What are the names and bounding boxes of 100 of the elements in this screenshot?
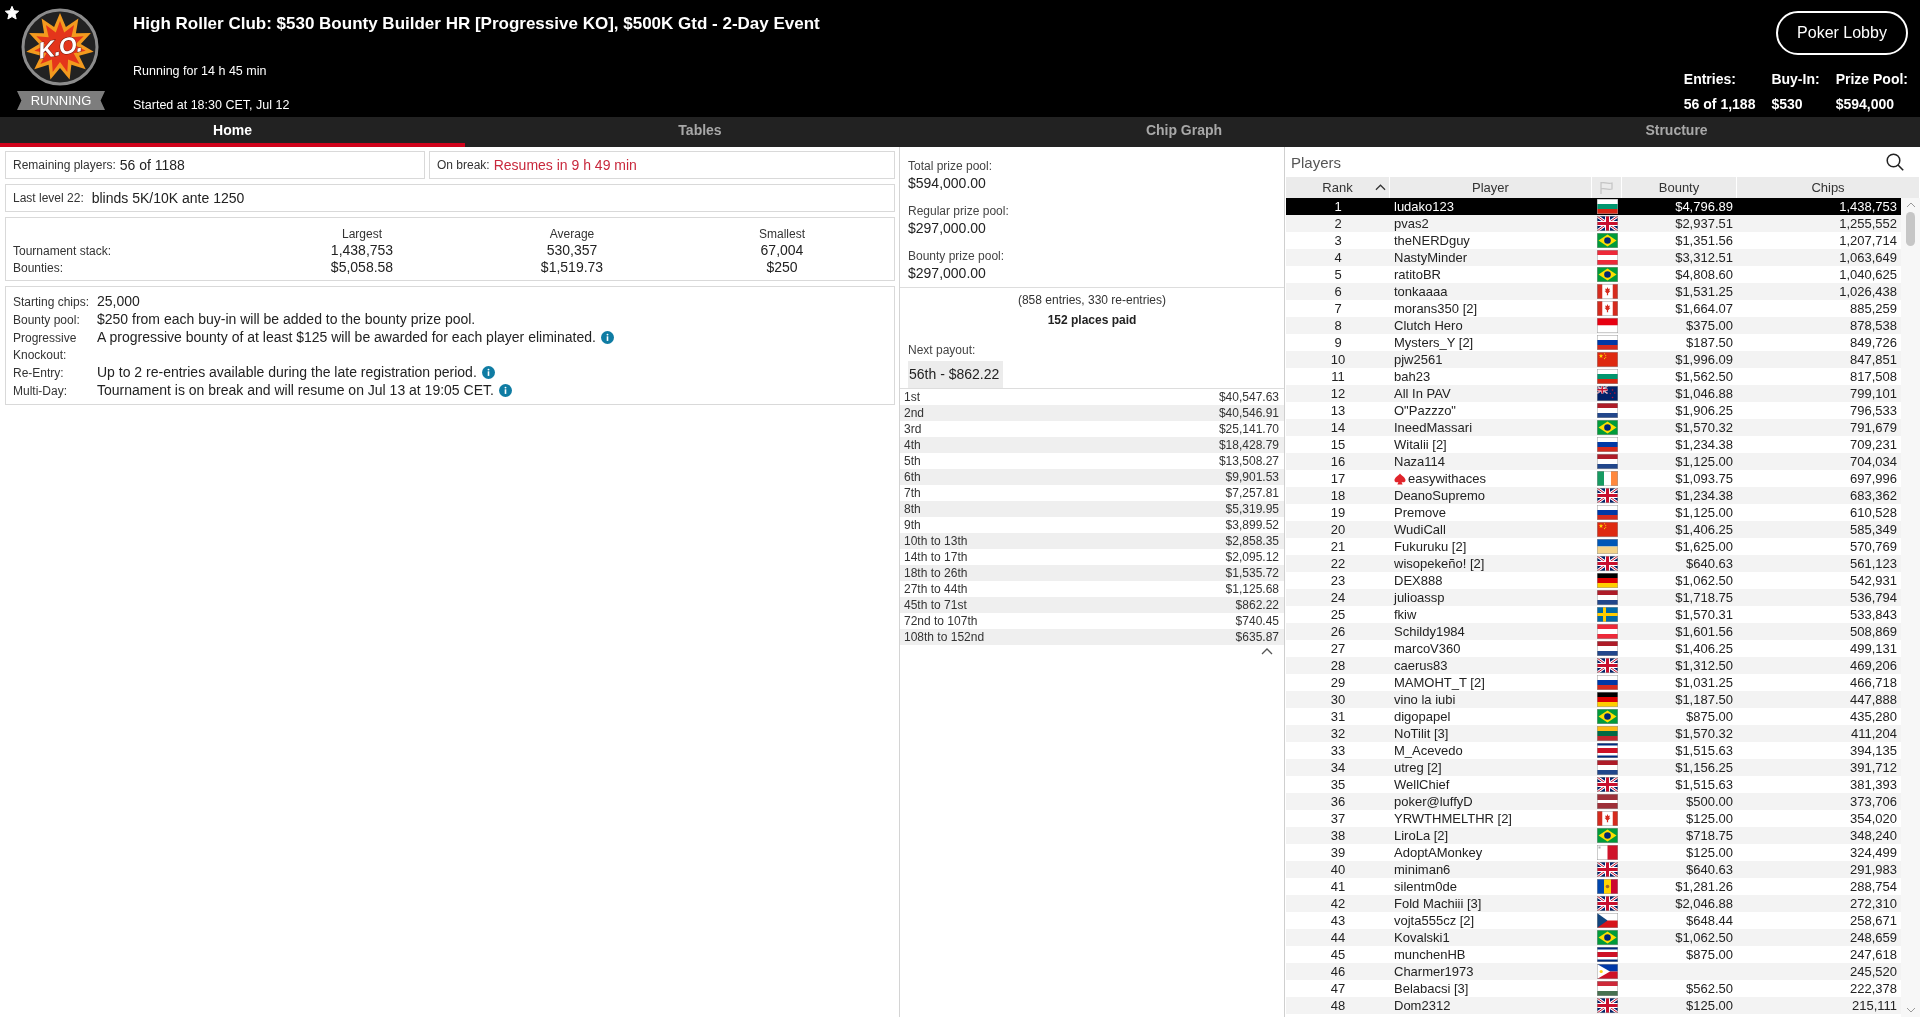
player-row[interactable]: 32 NoTilit [3] $1,570.32 411,204	[1286, 725, 1901, 742]
stat-label: Buy-In:	[1771, 71, 1820, 87]
poker-lobby-button[interactable]: Poker Lobby	[1776, 11, 1908, 55]
flag-icon	[1596, 437, 1618, 452]
flag-icon	[1596, 862, 1618, 877]
player-row[interactable]: 34 utreg [2] $1,156.25 391,712	[1286, 759, 1901, 776]
player-row[interactable]: 20 WudiCall $1,406.25 585,349	[1286, 521, 1901, 538]
rank-number: 29	[1330, 675, 1346, 690]
bounty-amount: $1,125.00	[1675, 505, 1733, 520]
scroll-down-icon[interactable]	[1905, 1007, 1916, 1013]
pool-amount: $297,000.00	[908, 264, 986, 282]
rank-number: 42	[1330, 896, 1346, 911]
player-row[interactable]: 44 Kovalski1 $1,062.50 248,659	[1286, 929, 1901, 946]
chip-count: 291,983	[1850, 862, 1897, 877]
detail-value: $250 from each buy-in will be added to the bounty prize pool.	[97, 310, 476, 328]
bounty-amount: $1,996.09	[1675, 352, 1733, 367]
chip-count: 796,533	[1850, 403, 1897, 418]
chip-count: 288,754	[1850, 879, 1897, 894]
player-row[interactable]: 12 All In PAV $1,046.88 799,101	[1286, 385, 1901, 402]
stats-value: 1,438,753	[330, 241, 394, 258]
chip-count: 258,671	[1850, 913, 1897, 928]
player-row[interactable]: 36 poker@luffyD $500.00 373,706	[1286, 793, 1901, 810]
rank-number: 13	[1330, 403, 1346, 418]
scrollbar-thumb[interactable]	[1906, 212, 1915, 246]
flag-icon	[1596, 811, 1618, 826]
player-row[interactable]: 46 Charmer1973 245,520	[1286, 963, 1901, 980]
player-name: Witalii [2]	[1394, 437, 1447, 452]
bounty-amount: $1,531.25	[1675, 284, 1733, 299]
flag-icon	[1596, 930, 1618, 945]
player-name: easywithaces	[1408, 471, 1487, 486]
player-row[interactable]: 2 pvas2 $2,937.51 1,255,552	[1286, 215, 1901, 232]
player-row[interactable]: 4 NastyMinder $3,312.51 1,063,649	[1286, 249, 1901, 266]
tournament-title: High Roller Club: $530 Bounty Builder HR [Progressive KO], $500K Gtd - 2-Day Event	[133, 13, 820, 35]
player-name: digopapel	[1394, 709, 1451, 724]
chip-count: 324,499	[1850, 845, 1897, 860]
flag-icon	[1596, 828, 1618, 843]
player-row[interactable]: 22 wisopekeño! [2] $640.63 561,123	[1286, 555, 1901, 572]
flag-icon	[1596, 743, 1618, 758]
bounty-amount: $187.50	[1686, 335, 1733, 350]
chip-count: 683,362	[1850, 488, 1897, 503]
rank-number: 6	[1334, 284, 1342, 299]
player-name: DEX888	[1394, 573, 1443, 588]
info-icon[interactable]	[600, 330, 614, 344]
player-name: DeanoSupremo	[1394, 488, 1486, 503]
rank-number: 25	[1330, 607, 1346, 622]
place-label: 3rd	[904, 422, 922, 436]
pool-label: Regular prize pool:	[908, 203, 1009, 219]
player-row[interactable]: 30 vino la iubi $1,187.50 447,888	[1286, 691, 1901, 708]
bounty-amount: $2,046.88	[1675, 896, 1733, 911]
player-name: vino la iubi	[1394, 692, 1456, 707]
payout-amount: $18,428.79	[1218, 438, 1279, 452]
player-name: vojta555cz [2]	[1394, 913, 1475, 928]
caret-up-icon[interactable]	[1375, 184, 1386, 191]
search-icon[interactable]	[1886, 153, 1904, 171]
scrollbar[interactable]	[1901, 198, 1920, 1017]
player-row[interactable]: 42 Fold Machiii [3] $2,046.88 272,310	[1286, 895, 1901, 912]
rank-number: 23	[1330, 573, 1346, 588]
flag-icon	[1596, 471, 1618, 486]
player-row[interactable]: 18 DeanoSupremo $1,234.38 683,362	[1286, 487, 1901, 504]
player-row[interactable]: 28 caerus83 $1,312.50 469,206	[1286, 657, 1901, 674]
next-payout-value: 56th - $862.22	[908, 361, 1004, 388]
rank-number: 32	[1330, 726, 1346, 741]
player-row[interactable]: 16 Naza114 $1,125.00 704,034	[1286, 453, 1901, 470]
info-icon[interactable]	[481, 365, 495, 379]
player-name: YRWTHMELTHR [2]	[1394, 811, 1512, 826]
caret-up-icon[interactable]	[1261, 648, 1273, 655]
player-row[interactable]: 14 IneedMassari $1,570.32 791,679	[1286, 419, 1901, 436]
bounty-amount: $1,156.25	[1675, 760, 1733, 775]
player-row[interactable]: 26 Schildy1984 $1,601.56 508,869	[1286, 623, 1901, 640]
rank-number: 16	[1330, 454, 1346, 469]
payout-amount: $862.22	[1235, 598, 1279, 612]
running-time: Running for 14 h 45 min	[133, 63, 267, 79]
player-name: ratitoBR	[1394, 267, 1441, 282]
scroll-up-icon[interactable]	[1905, 202, 1916, 208]
stats-value: $5,058.58	[330, 258, 394, 275]
player-name: WellChief	[1394, 777, 1450, 792]
stats-value: 530,357	[546, 241, 598, 258]
star-icon[interactable]	[4, 5, 20, 21]
chip-count: 373,706	[1850, 794, 1897, 809]
flag-icon	[1596, 522, 1618, 537]
player-row[interactable]: 24 julioassp $1,718.75 536,794	[1286, 589, 1901, 606]
place-label: 10th to 13th	[904, 534, 968, 548]
info-icon[interactable]	[498, 383, 512, 397]
player-row[interactable]: 48 Dom2312 $125.00 215,111	[1286, 997, 1901, 1014]
flag-icon	[1596, 233, 1618, 248]
player-row[interactable]: 40 miniman6 $640.63 291,983	[1286, 861, 1901, 878]
rank-number: 38	[1330, 828, 1346, 843]
player-row[interactable]: 6 tonkaaaa $1,531.25 1,026,438	[1286, 283, 1901, 300]
player-row[interactable]: 1 ludako123 $4,796.89 1,438,753	[1286, 198, 1901, 215]
player-row[interactable]: 8 Clutch Hero $375.00 878,538	[1286, 317, 1901, 334]
rank-number: 46	[1330, 964, 1346, 979]
player-row[interactable]: 38 LiroLa [2] $718.75 348,240	[1286, 827, 1901, 844]
rank-number: 17	[1330, 471, 1346, 486]
flag-icon	[1596, 488, 1618, 503]
flag-icon	[1596, 250, 1618, 265]
chip-count: 791,679	[1850, 420, 1897, 435]
player-row[interactable]: 10 pjw2561 $1,996.09 847,851	[1286, 351, 1901, 368]
flag-icon	[1596, 794, 1618, 809]
flag-icon	[1596, 318, 1618, 333]
bounty-amount: $1,718.75	[1675, 590, 1733, 605]
